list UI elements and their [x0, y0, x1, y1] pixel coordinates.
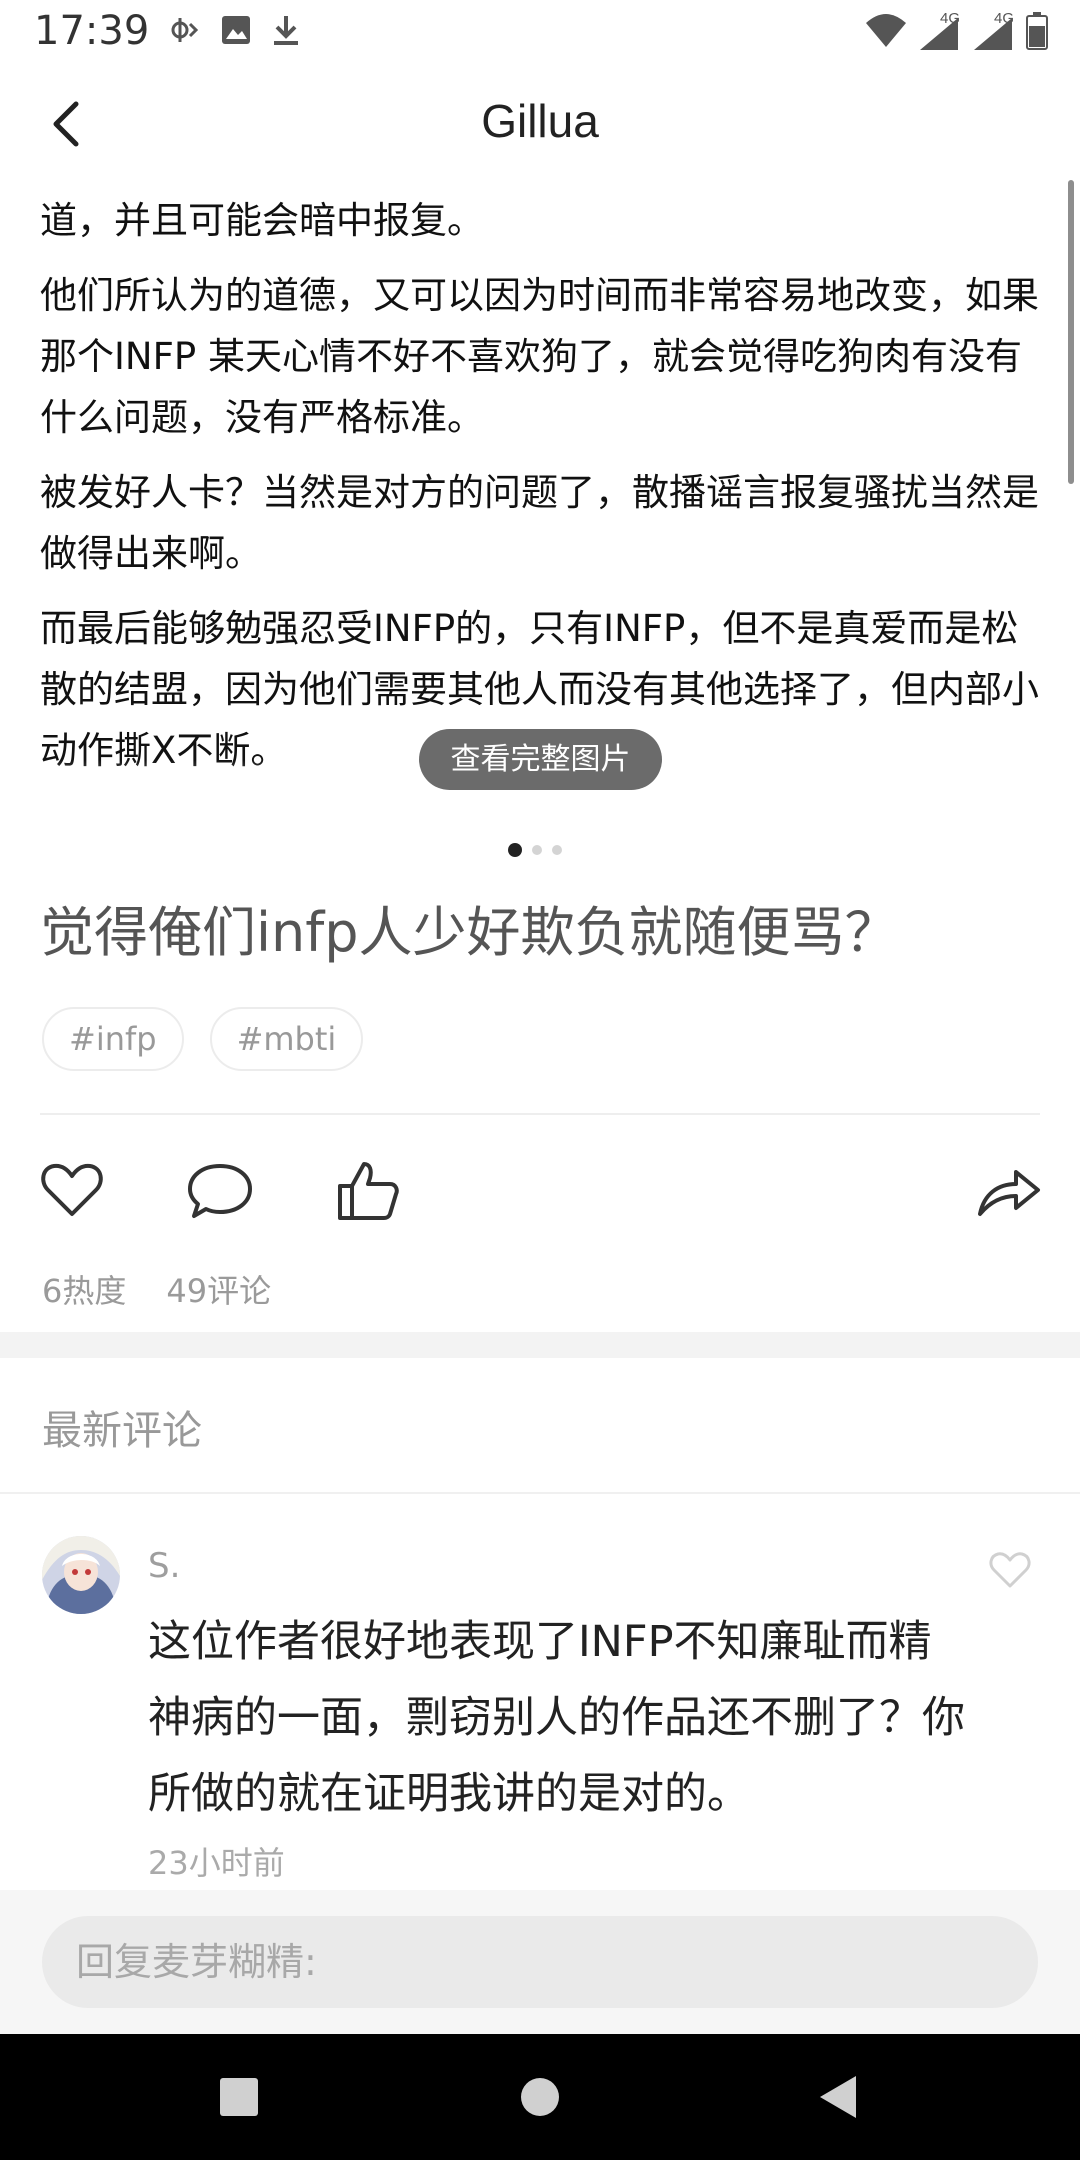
comment-icon[interactable]	[186, 1156, 254, 1224]
battery-icon	[1026, 12, 1048, 50]
signal-icon: 4G	[918, 10, 962, 52]
tag-list: #infp #mbti	[42, 1007, 364, 1071]
tag-chip[interactable]: #mbti	[209, 1007, 364, 1071]
avatar[interactable]	[42, 1536, 120, 1614]
image-paragraph: 被发好人卡？当然是对方的问题了，散播谣言报复骚扰当然是做得出来啊。	[40, 471, 1039, 575]
reply-input[interactable]: 回复麦芽糊精:	[42, 1916, 1038, 2008]
app-header: Gillua	[0, 78, 1080, 170]
comment-time: 23小时前	[148, 1844, 285, 1882]
section-separator	[0, 1332, 1080, 1358]
signal-icon-2: 4G	[972, 10, 1016, 52]
status-time: 17:39	[34, 8, 150, 54]
comments-section-title: 最新评论	[42, 1408, 202, 1454]
carousel-dot[interactable]	[532, 845, 542, 855]
tag-chip[interactable]: #infp	[42, 1007, 184, 1071]
image-paragraph: 道，并且可能会暗中报复。	[40, 199, 484, 242]
post-title: 觉得俺们infp人少好欺负就随便骂？	[40, 901, 899, 964]
back-nav-icon[interactable]	[812, 2070, 866, 2124]
download-icon	[274, 16, 298, 45]
image-paragraph: 他们所认为的道德，又可以因为时间而非常容易地改变，如果那个INFP 某天心情不好…	[40, 274, 1039, 439]
heat-count: 6热度	[42, 1272, 127, 1310]
heart-icon[interactable]	[988, 1548, 1032, 1590]
home-icon[interactable]	[513, 2070, 567, 2124]
thumbs-up-icon[interactable]	[334, 1156, 402, 1224]
share-icon[interactable]	[974, 1156, 1042, 1224]
carousel-dot[interactable]	[552, 845, 562, 855]
system-icons: 4G 4G	[864, 10, 1048, 52]
notification-icons	[168, 14, 300, 46]
heart-icon[interactable]	[38, 1156, 106, 1224]
carousel-indicator	[508, 843, 562, 857]
comment-text: 这位作者很好地表现了INFP不知廉耻而精神病的一面，剽窃别人的作品还不删了？你所…	[148, 1617, 965, 1819]
scrollbar[interactable]	[1068, 180, 1074, 484]
post-image-text: 道，并且可能会暗中报复。 他们所认为的道德，又可以因为时间而非常容易地改变，如果…	[40, 190, 1040, 795]
comment-count[interactable]: 49评论	[166, 1272, 271, 1310]
recents-icon[interactable]	[212, 2070, 266, 2124]
comment-author[interactable]: S.	[148, 1546, 180, 1586]
wifi-icon	[866, 14, 906, 47]
system-nav-bar	[0, 2034, 1080, 2160]
post-stats: 6热度 49评论	[42, 1266, 311, 1312]
image-icon	[222, 16, 250, 44]
status-bar: 17:39 4G 4G	[0, 0, 1080, 66]
reply-bar: 回复麦芽糊精:	[0, 1890, 1080, 2034]
carousel-dot[interactable]	[508, 843, 522, 857]
view-full-image-button[interactable]: 查看完整图片	[419, 729, 662, 790]
post-image-carousel[interactable]: 道，并且可能会暗中报复。 他们所认为的道德，又可以因为时间而非常容易地改变，如果…	[0, 170, 1080, 820]
divider	[0, 1492, 1080, 1494]
page-title: Gillua	[481, 95, 599, 147]
data-saver-icon	[171, 18, 199, 42]
divider	[40, 1113, 1040, 1115]
